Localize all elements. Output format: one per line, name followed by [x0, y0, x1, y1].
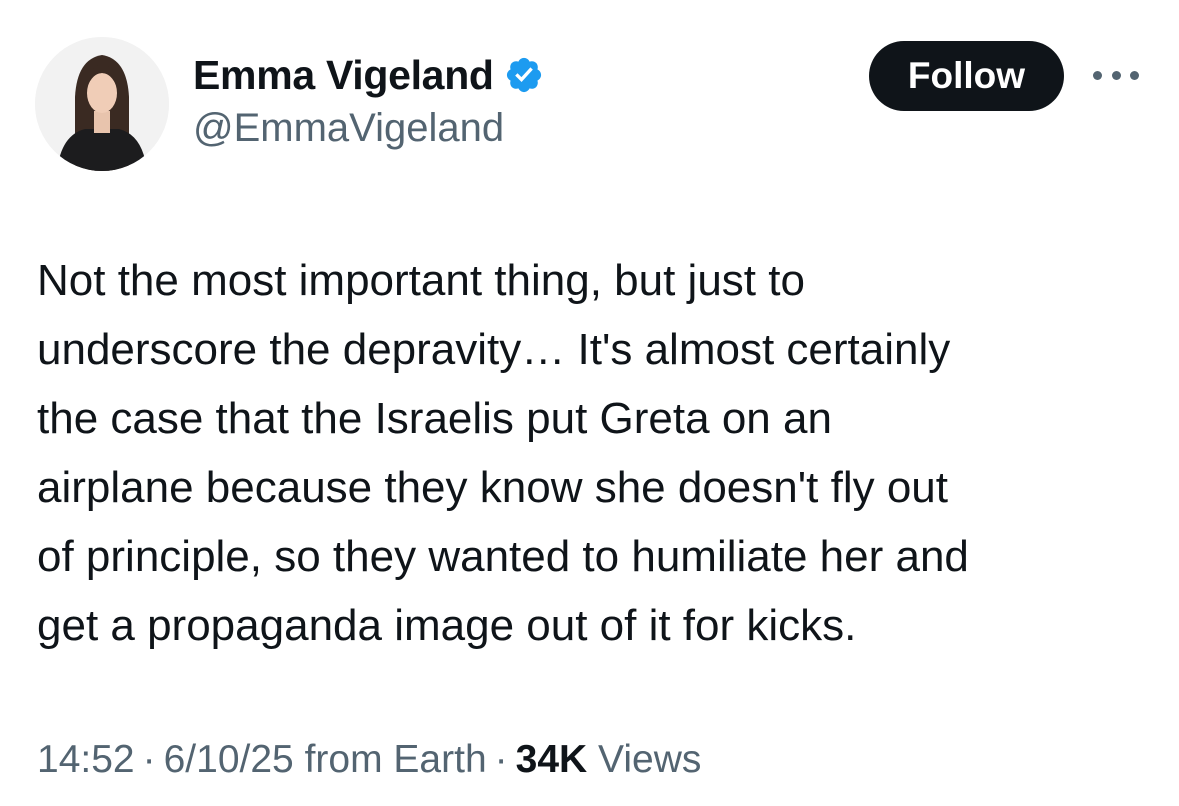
tweet-text-line: the case that the Israelis put Greta on … — [37, 394, 832, 443]
tweet-text-line: Not the most important thing, but just t… — [37, 256, 805, 305]
more-dot — [1093, 70, 1102, 80]
display-name-row: Emma Vigeland — [193, 50, 544, 100]
follow-button[interactable]: Follow — [869, 41, 1064, 111]
views-count[interactable]: 34K — [516, 738, 588, 781]
tweet-text-line: airplane because they know she doesn't f… — [37, 463, 948, 512]
author-names: Emma Vigeland @EmmaVigeland — [193, 50, 544, 151]
tweet-source: from Earth — [304, 738, 487, 781]
more-dot — [1130, 70, 1139, 80]
views-label[interactable]: Views — [598, 738, 701, 781]
meta-separator: · — [142, 738, 156, 781]
tweet-text-line: of principle, so they wanted to humiliat… — [37, 532, 969, 581]
tweet-date[interactable]: 6/10/25 — [164, 738, 294, 781]
tweet-text-line: underscore the depravity… It's almost ce… — [37, 325, 951, 374]
more-dot — [1111, 70, 1121, 80]
meta-separator: · — [494, 738, 508, 781]
tweet-text: Not the most important thing, but just t… — [37, 246, 1147, 660]
tweet-time[interactable]: 14:52 — [37, 738, 135, 781]
tweet-meta: 14:52 · 6/10/25 from Earth · 34K Views — [37, 738, 701, 782]
avatar-image — [35, 37, 169, 171]
author-handle[interactable]: @EmmaVigeland — [193, 106, 544, 151]
verified-badge-icon[interactable] — [504, 55, 544, 95]
author-display-name[interactable]: Emma Vigeland — [193, 52, 494, 99]
tweet-text-line: get a propaganda image out of it for kic… — [37, 601, 857, 650]
author-avatar[interactable] — [35, 37, 169, 171]
more-options-icon[interactable] — [1093, 60, 1139, 90]
